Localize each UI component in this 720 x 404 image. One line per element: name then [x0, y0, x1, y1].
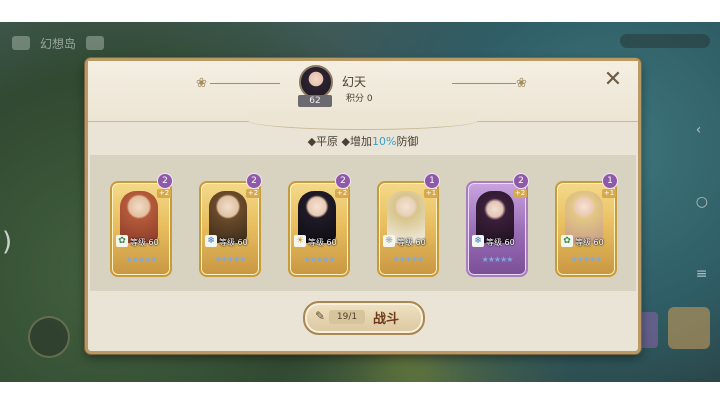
- hero-level: 等级 60: [397, 238, 426, 247]
- plus-tag-6: +1: [602, 189, 616, 198]
- player-level: 62: [298, 95, 332, 107]
- player-avatar[interactable]: [299, 65, 333, 99]
- left-ornament-line: [210, 83, 280, 84]
- star-rating: ★★★★★: [125, 255, 158, 264]
- star-rating: ★★★★★: [481, 255, 514, 264]
- home-icon: ○: [695, 194, 708, 210]
- background-right-square: [668, 307, 710, 349]
- left-edge-glyph: ): [2, 227, 13, 257]
- plus-tag-4: +1: [424, 189, 438, 198]
- background-title: 幻想岛: [40, 36, 77, 51]
- dialog-header: ❀ ❀ 62 幻天 积分 0 ✕: [88, 61, 638, 130]
- player-score: 积分 0: [346, 94, 373, 104]
- back-icon: [12, 36, 30, 50]
- grade-badge-2: 2: [246, 173, 262, 189]
- element-icon: ❋: [383, 235, 395, 247]
- left-ornament-icon: ❀: [196, 76, 207, 91]
- right-ornament-icon: ❀: [516, 76, 527, 91]
- grade-badge-5: 2: [513, 173, 529, 189]
- grade-badge-1: 2: [157, 173, 173, 189]
- ticket-icon: ✎: [315, 309, 326, 323]
- star-rating: ★★★★★: [303, 255, 336, 264]
- close-icon[interactable]: ✕: [602, 69, 624, 91]
- terrain-suffix: 防御: [396, 135, 419, 148]
- terrain-bonus: 10%: [371, 135, 397, 148]
- star-rating: ★★★★★: [392, 255, 425, 264]
- plus-tag-3: +2: [335, 189, 349, 198]
- terrain-info: ◆平原 ◆增加10%防御: [88, 133, 638, 149]
- grade-badge-3: 2: [335, 173, 351, 189]
- system-nav-icons: ‹ ○ ≡: [696, 122, 708, 282]
- fight-button-label: 战斗: [373, 312, 400, 327]
- background-topbar: 幻想岛: [12, 32, 105, 54]
- bottom-button-1: [28, 316, 70, 358]
- header-scallop: [248, 111, 478, 130]
- star-rating: ★★★★★: [570, 255, 603, 264]
- hero-level: 等级 60: [308, 238, 337, 247]
- plus-tag-5: +2: [513, 189, 527, 198]
- element-icon: ❄: [205, 235, 217, 247]
- player-name: 幻天: [342, 75, 367, 89]
- battle-dialog: ❀ ❀ 62 幻天 积分 0 ✕ ◆平原 ◆增加10%防御 ✿ 等级 60 ★★…: [85, 58, 641, 354]
- back-arrow-icon: ‹: [695, 122, 702, 138]
- ticket-count: 19/1: [329, 310, 365, 324]
- menu-icon: [86, 36, 105, 50]
- terrain-prefix: ◆平原 ◆增加: [307, 135, 372, 148]
- star-rating: ★★★★★: [214, 255, 247, 264]
- hero-level: 等级 60: [219, 238, 248, 247]
- background-resource-bar: [620, 34, 710, 48]
- right-ornament-line: [452, 83, 516, 84]
- recent-apps-icon: ≡: [695, 266, 708, 282]
- hero-level: 等级 60: [130, 238, 159, 247]
- plus-tag-1: +2: [157, 189, 171, 198]
- grade-badge-6: 1: [602, 173, 618, 189]
- plus-tag-2: +2: [246, 189, 260, 198]
- hero-level: 等级 60: [486, 238, 515, 247]
- hero-level: 等级 60: [575, 238, 604, 247]
- grade-badge-4: 1: [424, 173, 440, 189]
- element-icon: ✿: [116, 235, 128, 247]
- element-icon: ❄: [472, 235, 484, 247]
- fight-button[interactable]: ✎ 19/1 战斗: [303, 301, 425, 335]
- element-icon: ✿: [561, 235, 573, 247]
- element-icon: ☀: [294, 235, 306, 247]
